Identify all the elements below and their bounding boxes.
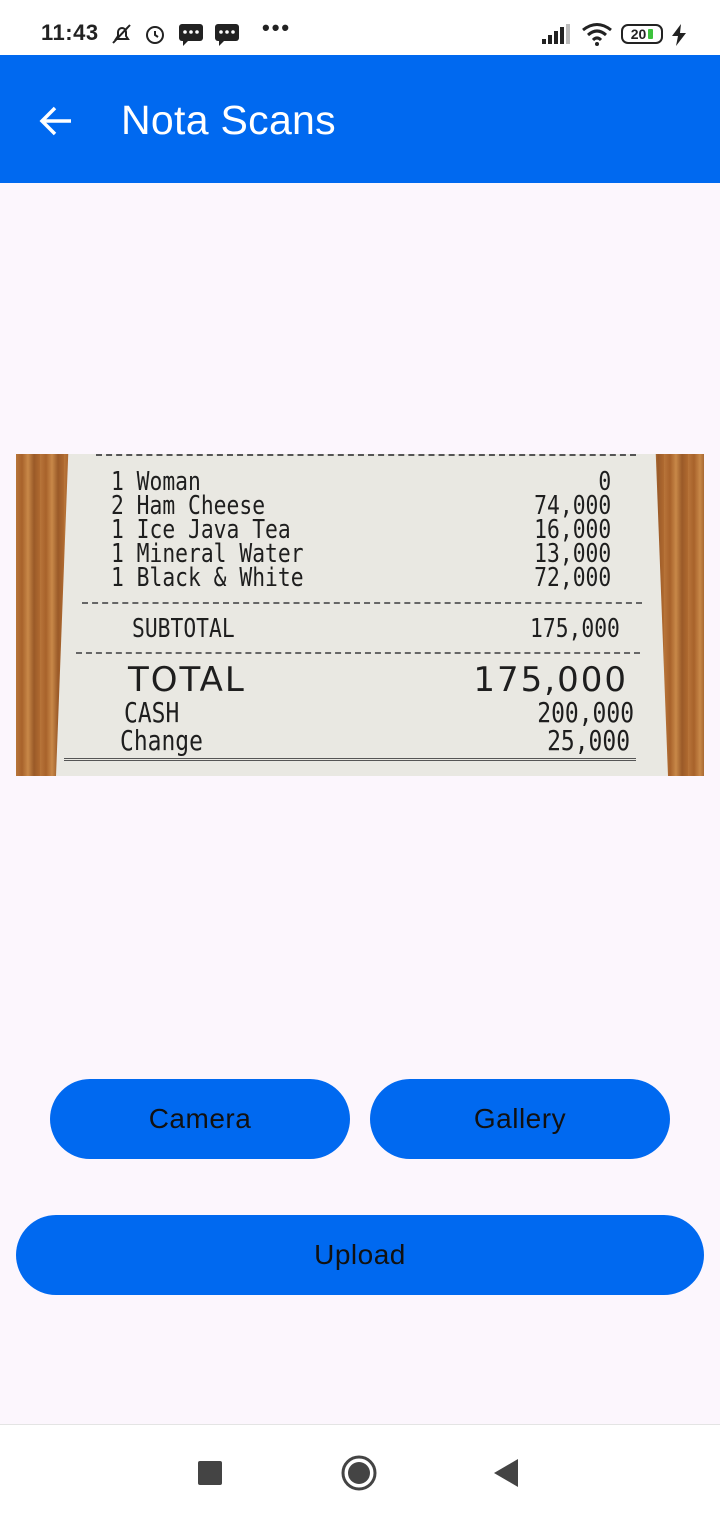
status-time: 11:43 xyxy=(41,20,99,45)
subtotal-label: SUBTOTAL xyxy=(132,614,235,644)
total-label: TOTAL xyxy=(128,660,246,700)
receipt-item: 1 Black & White 72,000 xyxy=(111,563,611,593)
arrow-left-icon xyxy=(39,106,71,136)
subtotal-row: SUBTOTAL 175,000 xyxy=(132,614,620,644)
subtotal-value: 175,000 xyxy=(530,614,620,644)
message-icon xyxy=(179,24,203,46)
app-bar: Nota Scans xyxy=(0,55,720,183)
status-bar: 11:43 ••• 20 xyxy=(0,0,720,55)
battery-level: 20 xyxy=(630,26,647,42)
upload-button[interactable]: Upload xyxy=(16,1215,704,1295)
divider xyxy=(76,652,640,654)
alarm-icon xyxy=(146,26,164,44)
signal-icon xyxy=(542,24,570,44)
total-row: TOTAL 175,000 xyxy=(128,660,628,700)
divider xyxy=(64,758,636,761)
divider xyxy=(82,602,642,604)
receipt-image: 1 Woman 0 2 Ham Cheese 74,000 1 Ice Java… xyxy=(16,454,704,776)
gallery-button[interactable]: Gallery xyxy=(370,1079,670,1159)
camera-button[interactable]: Camera xyxy=(50,1079,350,1159)
back-button[interactable] xyxy=(30,95,82,147)
bell-off-icon xyxy=(112,24,131,44)
back-nav-icon[interactable] xyxy=(494,1459,518,1487)
message-icon xyxy=(215,24,239,46)
recents-icon[interactable] xyxy=(198,1461,222,1485)
change-row: Change 25,000 xyxy=(120,724,630,757)
divider xyxy=(96,454,636,456)
wifi-icon xyxy=(582,23,612,46)
change-label: Change xyxy=(120,724,203,757)
total-value: 175,000 xyxy=(473,660,628,700)
change-value: 25,000 xyxy=(547,724,631,757)
more-notifications-icon: ••• xyxy=(262,15,292,40)
page-title: Nota Scans xyxy=(121,97,336,143)
item-amount: 72,000 xyxy=(534,563,612,593)
system-nav-bar xyxy=(0,1424,720,1521)
charging-icon xyxy=(672,24,686,46)
receipt-paper: 1 Woman 0 2 Ham Cheese 74,000 1 Ice Java… xyxy=(56,454,668,776)
battery-icon: 20 xyxy=(621,24,663,44)
home-icon[interactable] xyxy=(341,1455,377,1491)
item-name: 1 Black & White xyxy=(111,563,304,593)
